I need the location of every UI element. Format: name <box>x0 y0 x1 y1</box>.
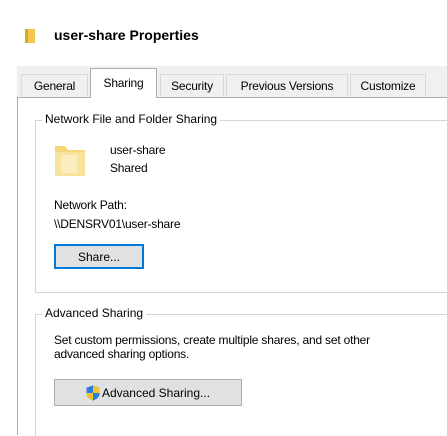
sharing-tab-panel: Network File and Folder Sharing user-sha… <box>17 97 447 436</box>
network-sharing-legend: Network File and Folder Sharing <box>42 112 221 126</box>
folder-name: user-share <box>110 143 166 157</box>
share-button[interactable]: Share... <box>54 244 144 269</box>
advanced-sharing-description-line-2: advanced sharing options. <box>54 347 190 361</box>
tab-previous-versions[interactable]: Previous Versions <box>226 74 348 96</box>
window-title: user-share Properties <box>54 27 199 43</box>
tab-sharing[interactable]: Sharing <box>90 68 157 98</box>
title-bar[interactable]: user-share Properties <box>0 0 447 60</box>
properties-window: user-share Properties General Sharing Se… <box>0 0 447 436</box>
advanced-sharing-group: Advanced Sharing Set custom permissions,… <box>35 306 447 436</box>
tab-customize[interactable]: Customize <box>350 74 426 96</box>
advanced-sharing-description-line-1: Set custom permissions, create multiple … <box>54 333 370 347</box>
advanced-sharing-button-label: Advanced Sharing... <box>101 385 211 400</box>
advanced-sharing-button[interactable]: Advanced Sharing... <box>54 379 242 406</box>
tab-general[interactable]: General <box>21 74 88 96</box>
tab-security[interactable]: Security <box>160 74 224 96</box>
folder-icon <box>25 29 35 43</box>
network-path-value: \\DENSRV01\user-share <box>54 217 181 231</box>
advanced-sharing-legend: Advanced Sharing <box>42 306 147 320</box>
uac-shield-icon <box>86 385 100 400</box>
shared-folder-icon <box>55 146 85 176</box>
tab-strip: General Sharing Security Previous Versio… <box>17 66 447 98</box>
folder-share-status: Shared <box>110 161 148 175</box>
share-button-label: Share... <box>77 249 121 264</box>
network-path-label: Network Path: <box>54 198 127 212</box>
network-sharing-group: Network File and Folder Sharing user-sha… <box>35 112 447 293</box>
